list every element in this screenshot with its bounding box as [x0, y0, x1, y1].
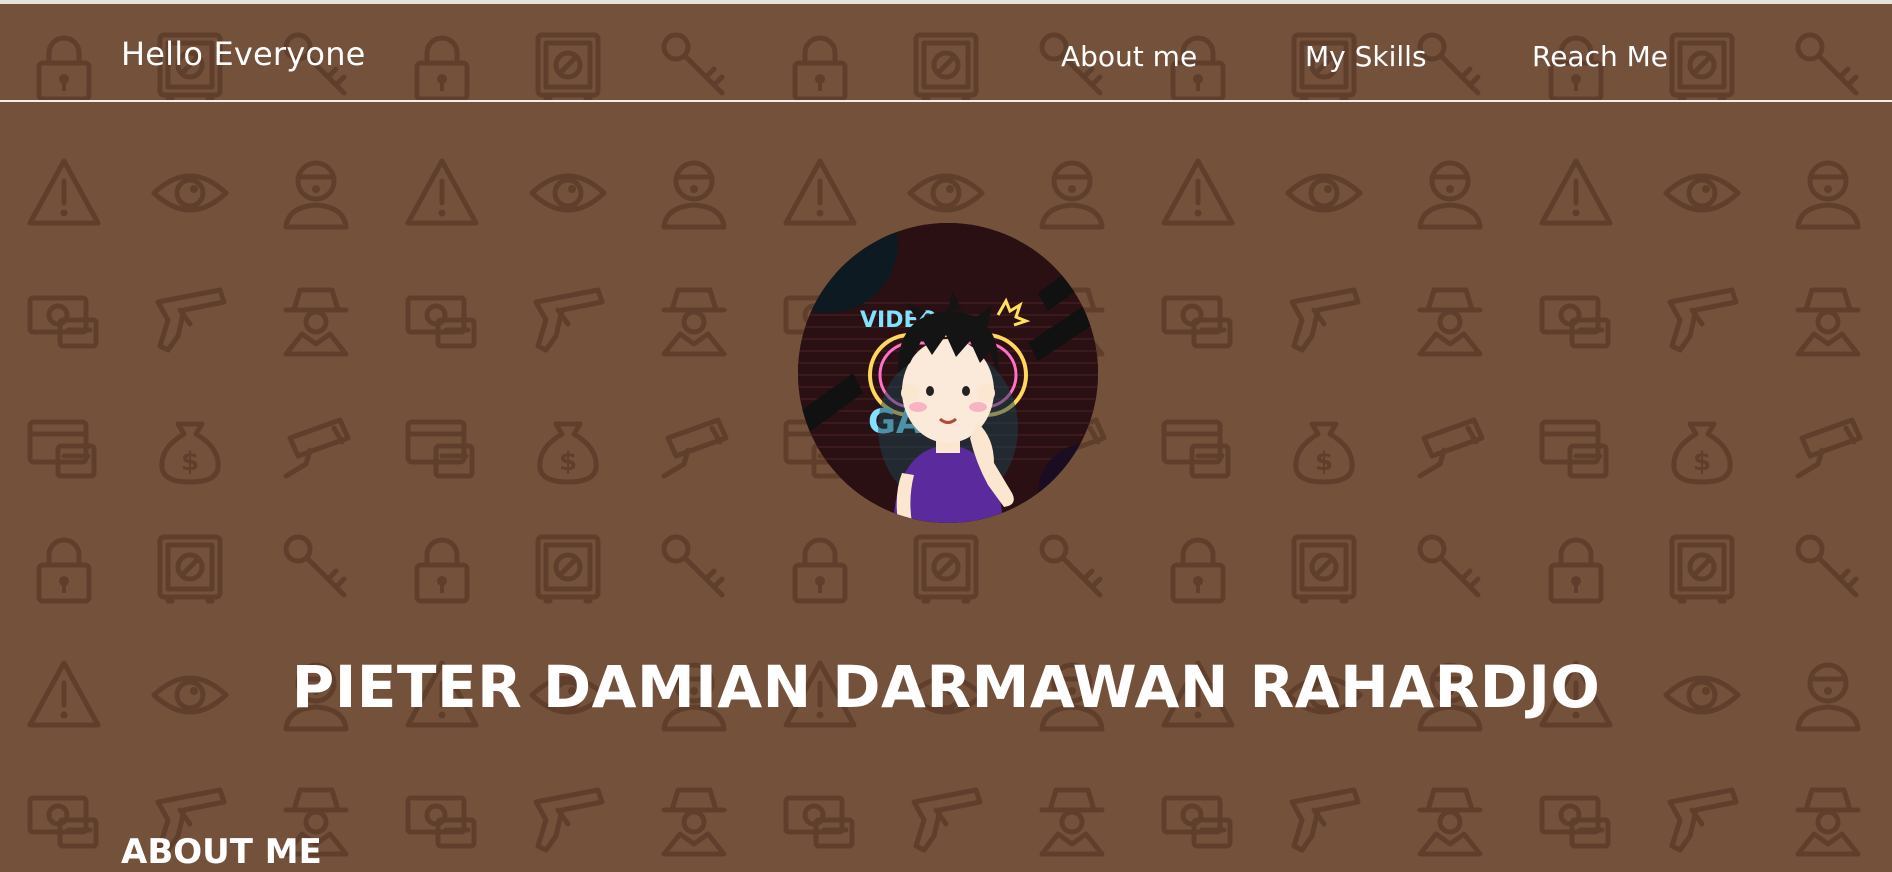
safe-icon: [1662, 527, 1742, 607]
money-bag-icon: $: [150, 408, 230, 488]
padlock-icon: [402, 527, 482, 607]
money-icon: [24, 780, 104, 860]
nav-link-reach[interactable]: Reach Me: [1532, 40, 1668, 73]
warning-icon: [402, 153, 482, 233]
eye-icon: [1662, 153, 1742, 233]
camera-icon: [1788, 408, 1868, 488]
warning-icon: [780, 153, 860, 233]
hero-name: PIETER DAMIAN DARMAWAN RAHARDJO: [291, 652, 1601, 721]
svg-text:$: $: [1315, 447, 1333, 477]
thief-icon: [276, 153, 356, 233]
spy-icon: [1788, 280, 1868, 360]
svg-text:$: $: [1693, 447, 1711, 477]
safe-icon: [528, 527, 608, 607]
gun-icon: [528, 280, 608, 360]
warning-icon: [1536, 153, 1616, 233]
money-icon: [1158, 280, 1238, 360]
about-me-heading: ABOUT ME: [121, 832, 322, 872]
svg-text:$: $: [181, 447, 199, 477]
eye-icon: [1284, 153, 1364, 233]
thief-icon: [1410, 153, 1490, 233]
spy-icon: [654, 780, 734, 860]
camera-icon: [654, 408, 734, 488]
camera-icon: [276, 408, 356, 488]
svg-text:$: $: [559, 447, 577, 477]
gun-icon: [906, 780, 986, 860]
eye-icon: [906, 153, 986, 233]
warning-icon: [1158, 153, 1238, 233]
navbar: Hello Everyone About me My Skills Reach …: [0, 4, 1892, 102]
key-icon: [1032, 527, 1112, 607]
brand-link[interactable]: Hello Everyone: [121, 35, 366, 73]
nav-link-skills[interactable]: My Skills: [1305, 40, 1427, 73]
gun-icon: [1284, 280, 1364, 360]
credit-card-icon: [402, 408, 482, 488]
padlock-icon: [780, 527, 860, 607]
gamer-avatar-icon: VIDEO GA ES: [798, 223, 1098, 523]
key-icon: [1788, 527, 1868, 607]
padlock-icon: [24, 527, 104, 607]
spy-icon: [1410, 780, 1490, 860]
money-icon: [1536, 780, 1616, 860]
spy-icon: [276, 280, 356, 360]
camera-icon: [1410, 408, 1490, 488]
safe-icon: [906, 527, 986, 607]
thief-icon: [1032, 153, 1112, 233]
money-bag-icon: $: [528, 408, 608, 488]
spy-icon: [1410, 280, 1490, 360]
gun-icon: [150, 280, 230, 360]
money-icon: [1536, 280, 1616, 360]
gun-icon: [1284, 780, 1364, 860]
padlock-icon: [1536, 527, 1616, 607]
warning-icon: [24, 153, 104, 233]
money-icon: [402, 280, 482, 360]
credit-card-icon: [1158, 408, 1238, 488]
spy-icon: [1788, 780, 1868, 860]
money-bag-icon: $: [1662, 408, 1742, 488]
eye-icon: [150, 153, 230, 233]
key-icon: [276, 527, 356, 607]
padlock-icon: [1158, 527, 1238, 607]
gun-icon: [1662, 280, 1742, 360]
profile-avatar: VIDEO GA ES: [798, 223, 1098, 523]
spy-icon: [1032, 780, 1112, 860]
eye-icon: [528, 153, 608, 233]
key-icon: [654, 527, 734, 607]
gun-icon: [1662, 780, 1742, 860]
gun-icon: [528, 780, 608, 860]
credit-card-icon: [24, 408, 104, 488]
safe-icon: [150, 527, 230, 607]
money-icon: [1158, 780, 1238, 860]
safe-icon: [1284, 527, 1364, 607]
nav-link-about[interactable]: About me: [1061, 40, 1197, 73]
credit-card-icon: [1536, 408, 1616, 488]
thief-icon: [654, 153, 734, 233]
money-icon: [780, 780, 860, 860]
thief-icon: [1788, 153, 1868, 233]
money-icon: [24, 280, 104, 360]
money-icon: [402, 780, 482, 860]
key-icon: [1410, 527, 1490, 607]
spy-icon: [654, 280, 734, 360]
money-bag-icon: $: [1284, 408, 1364, 488]
